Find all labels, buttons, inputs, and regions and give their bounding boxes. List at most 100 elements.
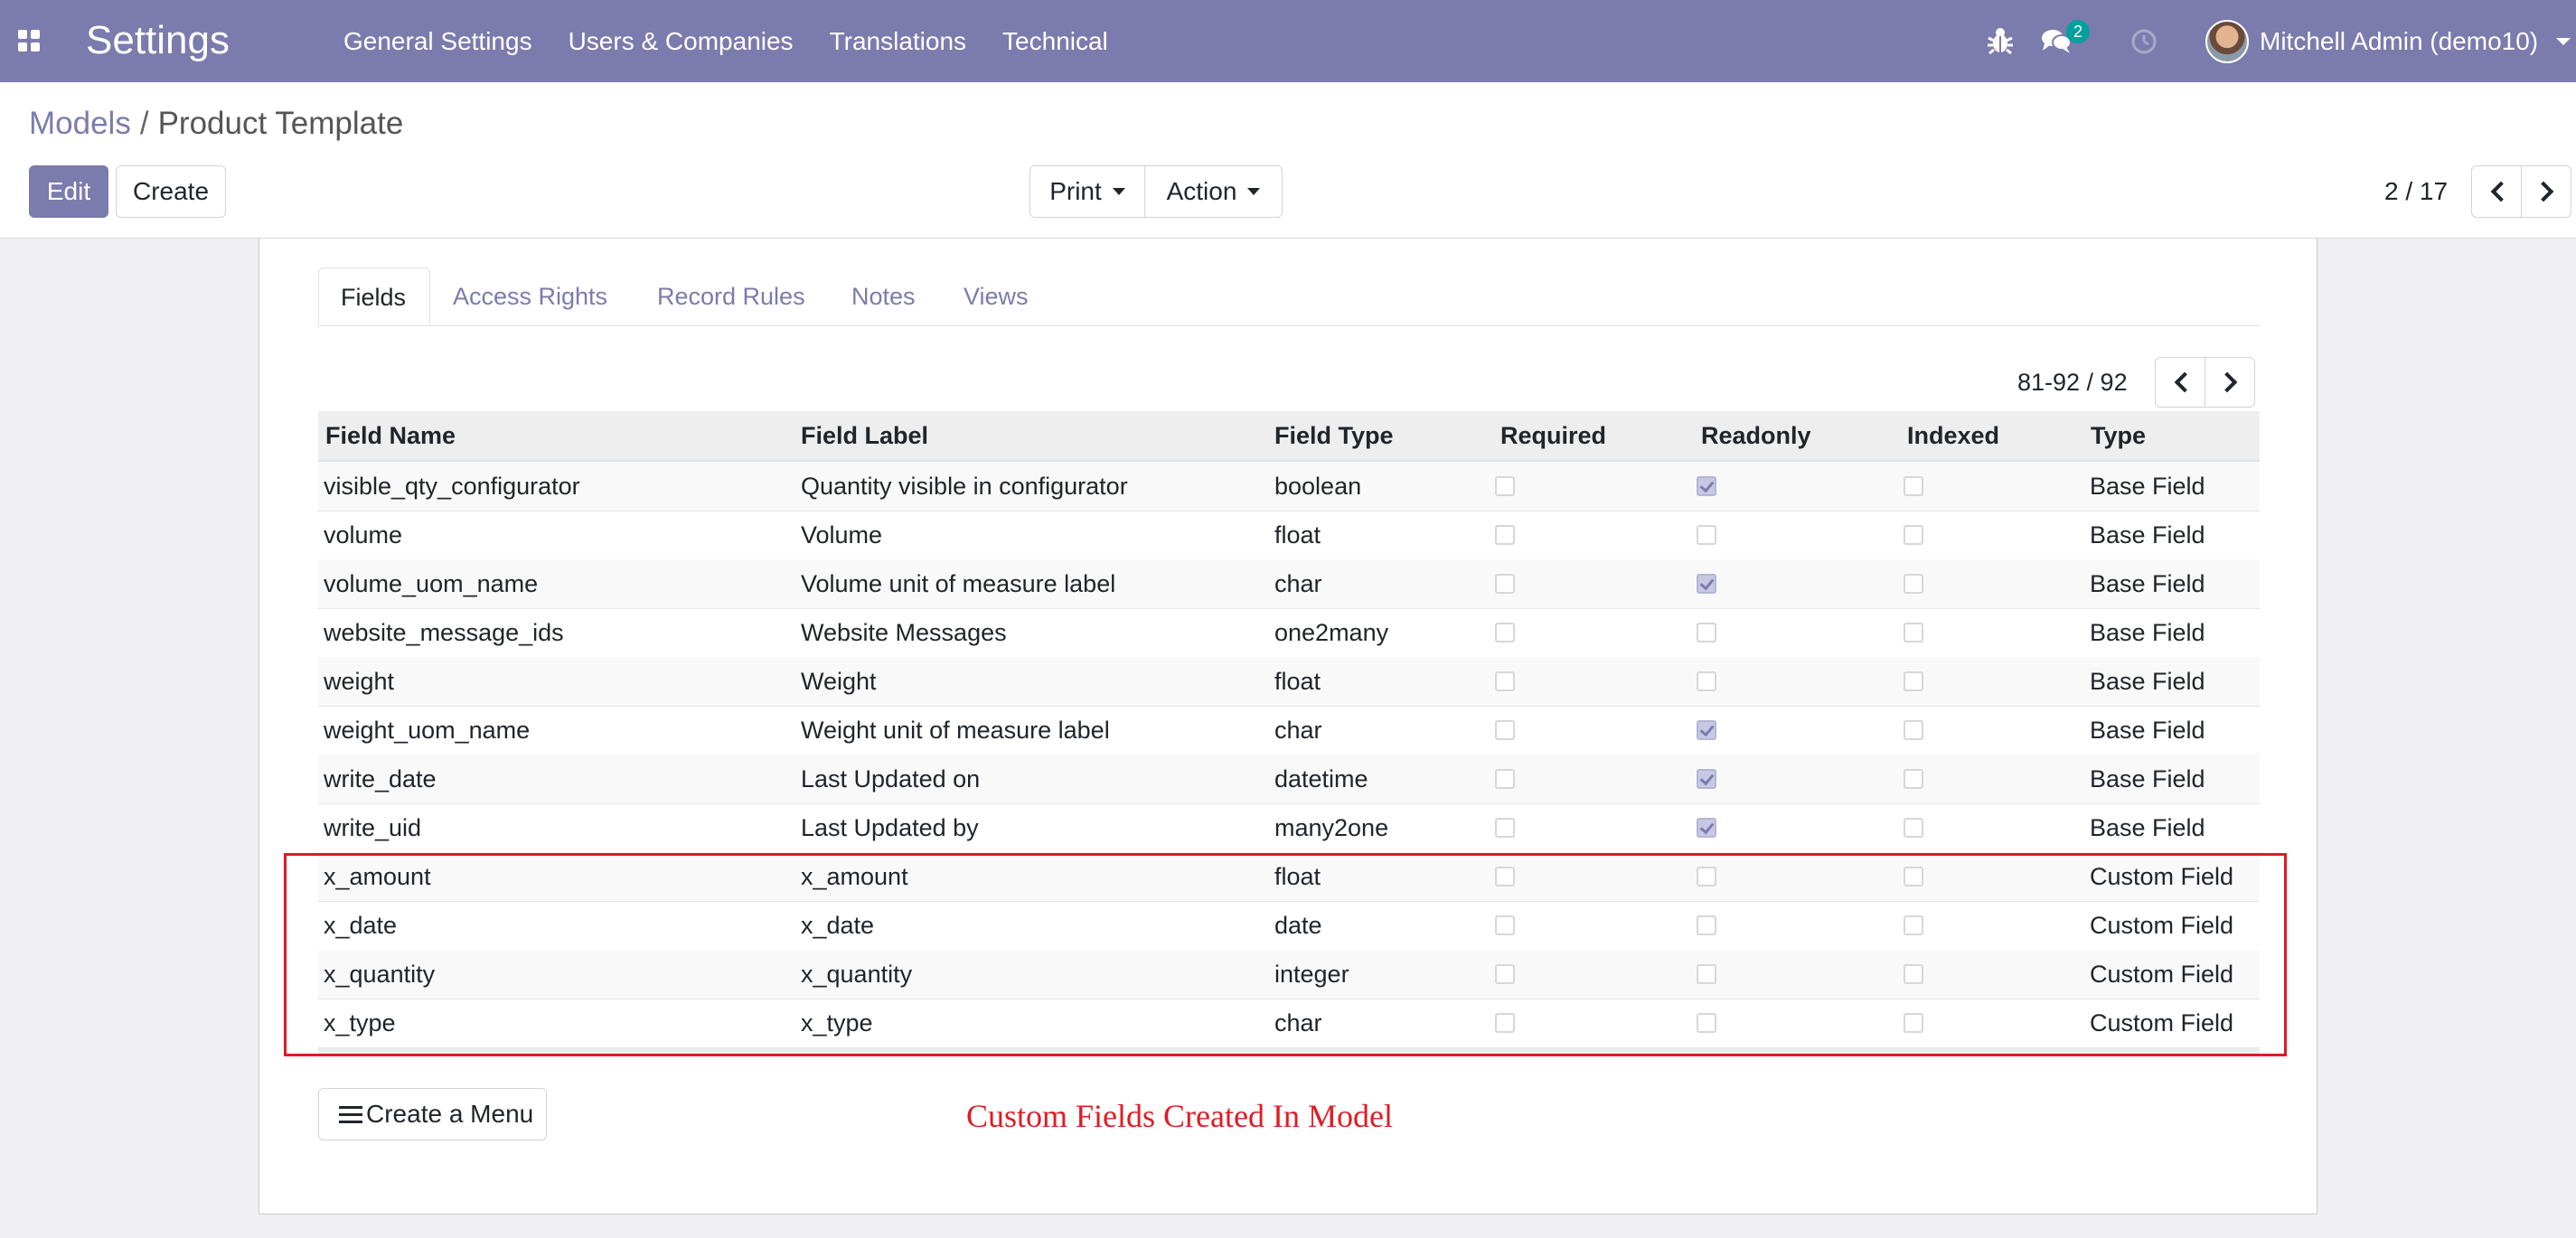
cell-field-type: date — [1274, 912, 1322, 939]
cell-field-name: x_quantity — [324, 961, 436, 988]
tab-access-rights[interactable]: Access Rights — [453, 267, 607, 325]
cell-field-name: x_amount — [324, 863, 431, 890]
cell-type: Base Field — [2090, 619, 2205, 646]
indexed-checkbox — [1904, 1013, 1923, 1033]
menu-translations[interactable]: Translations — [830, 0, 966, 82]
table-row[interactable]: x_date x_date date Custom Field — [318, 901, 2260, 951]
column-readonly[interactable]: Readonly — [1701, 411, 1811, 460]
column-type[interactable]: Type — [2091, 411, 2146, 460]
user-avatar[interactable] — [2205, 20, 2249, 63]
cell-field-name: volume_uom_name — [324, 570, 539, 597]
cell-field-name: visible_qty_configurator — [324, 473, 580, 500]
app-title: Settings — [86, 18, 230, 62]
cell-field-label: x_type — [801, 1009, 873, 1036]
chevron-down-icon[interactable] — [2556, 38, 2571, 45]
required-checkbox — [1495, 476, 1515, 496]
indexed-checkbox — [1904, 671, 1923, 691]
cell-type: Base Field — [2090, 717, 2205, 744]
cell-type: Custom Field — [2090, 961, 2234, 988]
table-row[interactable]: x_amount x_amount float Custom Field — [318, 852, 2260, 902]
menu-general-settings[interactable]: General Settings — [343, 0, 532, 82]
table-row[interactable]: x_type x_type char Custom Field — [318, 999, 2260, 1048]
tab-fields[interactable]: Fields — [318, 267, 430, 325]
cell-field-type: one2many — [1274, 619, 1389, 646]
chevron-left-icon — [2174, 371, 2195, 393]
required-checkbox — [1495, 671, 1515, 691]
cell-type: Base Field — [2090, 765, 2205, 793]
breadcrumb-current: Product Template — [157, 106, 404, 141]
pager-next-button[interactable] — [2521, 165, 2571, 218]
list-pager-next-button[interactable] — [2205, 357, 2255, 408]
readonly-checkbox — [1697, 720, 1716, 740]
cell-field-type: char — [1274, 570, 1322, 597]
cell-field-name: volume — [324, 521, 403, 549]
cell-field-label: Volume — [801, 521, 883, 549]
cell-field-label: Last Updated by — [801, 814, 979, 841]
table-row[interactable]: x_quantity x_quantity integer Custom Field — [318, 950, 2260, 999]
edit-button[interactable]: Edit — [29, 165, 108, 218]
table-row[interactable]: weight_uom_name Weight unit of measure la… — [318, 706, 2260, 755]
top-navbar: Settings General Settings Users & Compan… — [0, 0, 2576, 82]
indexed-checkbox — [1904, 574, 1923, 594]
readonly-checkbox — [1697, 623, 1716, 642]
cell-field-name: write_uid — [324, 814, 422, 841]
readonly-checkbox — [1697, 818, 1716, 838]
readonly-checkbox — [1697, 574, 1716, 594]
tab-record-rules[interactable]: Record Rules — [657, 267, 805, 325]
cell-field-label: x_date — [801, 912, 875, 939]
cell-type: Custom Field — [2090, 863, 2234, 890]
top-menu: General Settings Users & Companies Trans… — [343, 0, 1144, 82]
cell-field-label: Volume unit of measure label — [801, 570, 1116, 597]
column-indexed[interactable]: Indexed — [1907, 411, 1999, 460]
readonly-checkbox — [1697, 1013, 1716, 1033]
cell-field-label: Weight unit of measure label — [801, 717, 1110, 744]
tab-notes[interactable]: Notes — [851, 267, 916, 325]
list-pager-previous-button[interactable] — [2155, 357, 2205, 408]
table-row[interactable]: weight Weight float Base Field — [318, 657, 2260, 707]
cell-type: Base Field — [2090, 570, 2205, 597]
record-pager-value: 2 / 17 — [2384, 177, 2449, 205]
table-row[interactable]: write_date Last Updated on datetime Base Fi… — [318, 755, 2260, 804]
caret-down-icon — [1247, 187, 1261, 195]
activity-clock-icon[interactable] — [2130, 28, 2158, 55]
required-checkbox — [1495, 915, 1515, 935]
column-field-label[interactable]: Field Label — [801, 411, 928, 460]
required-checkbox — [1495, 769, 1515, 789]
create-button[interactable]: Create — [116, 165, 226, 218]
user-menu[interactable]: Mitchell Admin (demo10) — [2260, 0, 2538, 82]
readonly-checkbox — [1697, 915, 1716, 935]
indexed-checkbox — [1904, 525, 1923, 545]
pager-previous-button[interactable] — [2471, 165, 2522, 218]
table-row[interactable]: volume Volume float Base Field — [318, 511, 2260, 560]
create-menu-button[interactable]: Create a Menu — [318, 1088, 547, 1140]
menu-technical[interactable]: Technical — [1002, 0, 1108, 82]
cell-field-label: Website Messages — [801, 619, 1007, 646]
table-row[interactable]: visible_qty_configurator Quantity visible… — [318, 462, 2260, 511]
table-row[interactable]: volume_uom_name Volume unit of measure la… — [318, 559, 2260, 609]
column-field-type[interactable]: Field Type — [1274, 411, 1394, 460]
cell-field-type: datetime — [1274, 765, 1368, 793]
readonly-checkbox — [1697, 671, 1716, 691]
table-header: Field Name Field Label Field Type Requir… — [318, 411, 2260, 462]
apps-menu-icon[interactable] — [18, 30, 42, 53]
table-row[interactable]: website_message_ids Website Messages one2m… — [318, 608, 2260, 658]
menu-users-companies[interactable]: Users & Companies — [569, 0, 794, 82]
readonly-checkbox — [1697, 525, 1716, 545]
breadcrumb-models-link[interactable]: Models — [29, 106, 131, 141]
cell-field-type: float — [1274, 521, 1321, 549]
cell-type: Base Field — [2090, 473, 2205, 500]
chevron-right-icon — [2533, 181, 2554, 202]
tab-views[interactable]: Views — [964, 267, 1029, 325]
table-row[interactable]: write_uid Last Updated by many2one Base Fie… — [318, 803, 2260, 853]
column-field-name[interactable]: Field Name — [325, 411, 456, 460]
debug-bug-icon[interactable] — [1987, 25, 2014, 56]
cell-field-name: x_date — [324, 912, 398, 939]
action-label: Action — [1166, 177, 1237, 205]
print-dropdown[interactable]: Print — [1029, 165, 1145, 218]
message-count-badge: 2 — [2066, 20, 2090, 43]
cell-field-type: char — [1274, 717, 1322, 744]
readonly-checkbox — [1697, 476, 1716, 496]
cell-type: Custom Field — [2090, 912, 2234, 939]
column-required[interactable]: Required — [1500, 411, 1606, 460]
action-dropdown[interactable]: Action — [1144, 165, 1283, 218]
